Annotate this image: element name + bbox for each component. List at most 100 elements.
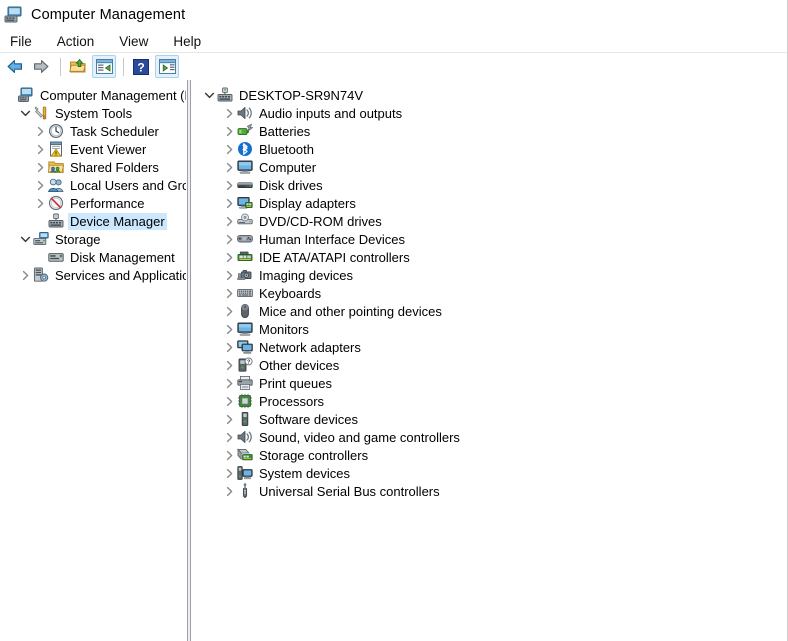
device-category-imaging-devices[interactable]: Imaging devices (199, 266, 787, 284)
chevron-right-icon[interactable] (221, 105, 237, 121)
software-device-icon (237, 411, 253, 427)
show-hide-console-tree-button[interactable] (92, 55, 116, 78)
chevron-right-icon[interactable] (221, 159, 237, 175)
up-one-level-button[interactable] (66, 55, 90, 78)
chevron-right-icon[interactable] (221, 429, 237, 445)
chevron-right-icon[interactable] (221, 321, 237, 337)
toolbar: ? (0, 53, 787, 81)
chevron-down-icon[interactable] (17, 105, 33, 121)
device-category-system-devices[interactable]: System devices (199, 464, 787, 482)
services-applications-icon (33, 267, 49, 283)
chevron-right-icon[interactable] (221, 357, 237, 373)
tree-item-local-users-and-groups[interactable]: Local Users and Groups (0, 176, 186, 194)
device-category-storage-controllers[interactable]: Storage controllers (199, 446, 787, 464)
menu-view[interactable]: View (117, 32, 158, 51)
chevron-right-icon[interactable] (32, 123, 48, 139)
menu-help[interactable]: Help (171, 32, 211, 51)
device-category-monitors[interactable]: Monitors (199, 320, 787, 338)
tree-item-task-scheduler-label: Task Scheduler (70, 123, 159, 139)
computer-management-icon (18, 87, 34, 103)
chevron-right-icon[interactable] (221, 267, 237, 283)
chevron-right-icon[interactable] (221, 285, 237, 301)
computer-management-window: Computer Management File Action View Hel… (0, 0, 788, 641)
device-category-sound-video-and-game-controllers-label: Sound, video and game controllers (259, 429, 460, 445)
device-category-computer[interactable]: Computer (199, 158, 787, 176)
back-button[interactable] (3, 55, 27, 78)
device-category-system-devices-label: System devices (259, 465, 351, 481)
chevron-right-icon[interactable] (32, 195, 48, 211)
show-hide-action-pane-button[interactable] (155, 55, 179, 78)
chevron-right-icon[interactable] (32, 159, 48, 175)
chevron-right-icon[interactable] (221, 465, 237, 481)
chevron-right-icon[interactable] (221, 339, 237, 355)
chevron-right-icon[interactable] (221, 195, 237, 211)
device-category-bluetooth[interactable]: Bluetooth (199, 140, 787, 158)
tree-item-device-manager[interactable]: Device Manager (0, 212, 186, 230)
chevron-down-icon[interactable] (17, 231, 33, 247)
chevron-right-icon[interactable] (221, 483, 237, 499)
chevron-right-icon[interactable] (32, 177, 48, 193)
device-category-dvd-cd-rom-drives[interactable]: DVD/CD-ROM drives (199, 212, 787, 230)
chevron-right-icon[interactable] (221, 375, 237, 391)
chevron-right-icon[interactable] (17, 267, 33, 283)
device-category-universal-serial-bus-controllers[interactable]: Universal Serial Bus controllers (199, 482, 787, 500)
menu-action[interactable]: Action (55, 32, 105, 51)
device-category-other-devices-label: Other devices (259, 357, 340, 373)
device-category-mice-and-other-pointing-devices-label: Mice and other pointing devices (259, 303, 442, 319)
console-tree: Computer Management (Local System Tools Ta… (0, 80, 186, 284)
device-category-audio-inputs-and-outputs[interactable]: Audio inputs and outputs (199, 104, 787, 122)
device-node-desktop-label: DESKTOP-SR9N74V (239, 87, 364, 103)
chevron-right-icon[interactable] (32, 141, 48, 157)
tree-item-performance[interactable]: Performance (0, 194, 186, 212)
device-category-ide-ata-atapi-controllers[interactable]: IDE ATA/ATAPI controllers (199, 248, 787, 266)
chevron-right-icon[interactable] (221, 393, 237, 409)
device-category-print-queues[interactable]: Print queues (199, 374, 787, 392)
tree-item-services-and-applications[interactable]: Services and Applications (0, 266, 186, 284)
menu-file[interactable]: File (8, 32, 42, 51)
computer-management-icon (4, 5, 24, 25)
device-category-audio-inputs-and-outputs-label: Audio inputs and outputs (259, 105, 403, 121)
device-manager-icon (48, 213, 64, 229)
device-node-desktop[interactable]: DESKTOP-SR9N74V (199, 86, 787, 104)
device-category-display-adapters[interactable]: Display adapters (199, 194, 787, 212)
device-category-other-devices[interactable]: ? Other devices (199, 356, 787, 374)
tree-item-computer-management[interactable]: Computer Management (Local (0, 86, 186, 104)
device-category-universal-serial-bus-controllers-label: Universal Serial Bus controllers (259, 483, 440, 499)
tree-item-event-viewer[interactable]: Event Viewer (0, 140, 186, 158)
chevron-right-icon[interactable] (221, 303, 237, 319)
device-category-processors[interactable]: Processors (199, 392, 787, 410)
chevron-right-icon[interactable] (221, 213, 237, 229)
chevron-right-icon[interactable] (221, 123, 237, 139)
forward-button[interactable] (29, 55, 53, 78)
tree-item-event-viewer-label: Event Viewer (70, 141, 147, 157)
device-category-network-adapters[interactable]: Network adapters (199, 338, 787, 356)
chevron-none (32, 213, 48, 229)
device-category-dvd-cd-rom-drives-label: DVD/CD-ROM drives (259, 213, 382, 229)
device-category-keyboards[interactable]: Keyboards (199, 284, 787, 302)
help-button[interactable]: ? (129, 55, 153, 78)
tree-item-system-tools[interactable]: System Tools (0, 104, 186, 122)
device-category-disk-drives[interactable]: Disk drives (199, 176, 787, 194)
chevron-right-icon[interactable] (221, 231, 237, 247)
tree-item-storage[interactable]: Storage (0, 230, 186, 248)
device-category-software-devices[interactable]: Software devices (199, 410, 787, 428)
tree-item-disk-management[interactable]: Disk Management (0, 248, 186, 266)
optical-drive-icon (237, 213, 253, 229)
device-category-sound-video-and-game-controllers[interactable]: Sound, video and game controllers (199, 428, 787, 446)
chevron-right-icon[interactable] (221, 177, 237, 193)
chevron-down-icon[interactable] (201, 87, 217, 103)
chevron-right-icon[interactable] (221, 141, 237, 157)
device-category-keyboards-label: Keyboards (259, 285, 322, 301)
chevron-right-icon[interactable] (221, 249, 237, 265)
chevron-right-icon[interactable] (221, 411, 237, 427)
device-category-human-interface-devices[interactable]: Human Interface Devices (199, 230, 787, 248)
tree-item-task-scheduler[interactable]: Task Scheduler (0, 122, 186, 140)
disk-management-icon (48, 249, 64, 265)
toolbar-separator-1 (60, 57, 61, 76)
camera-icon (237, 267, 253, 283)
chevron-right-icon[interactable] (221, 447, 237, 463)
console-tree-pane: Computer Management (Local System Tools Ta… (0, 80, 187, 641)
tree-item-shared-folders[interactable]: Shared Folders (0, 158, 186, 176)
device-category-batteries[interactable]: Batteries (199, 122, 787, 140)
device-category-mice-and-other-pointing-devices[interactable]: Mice and other pointing devices (199, 302, 787, 320)
